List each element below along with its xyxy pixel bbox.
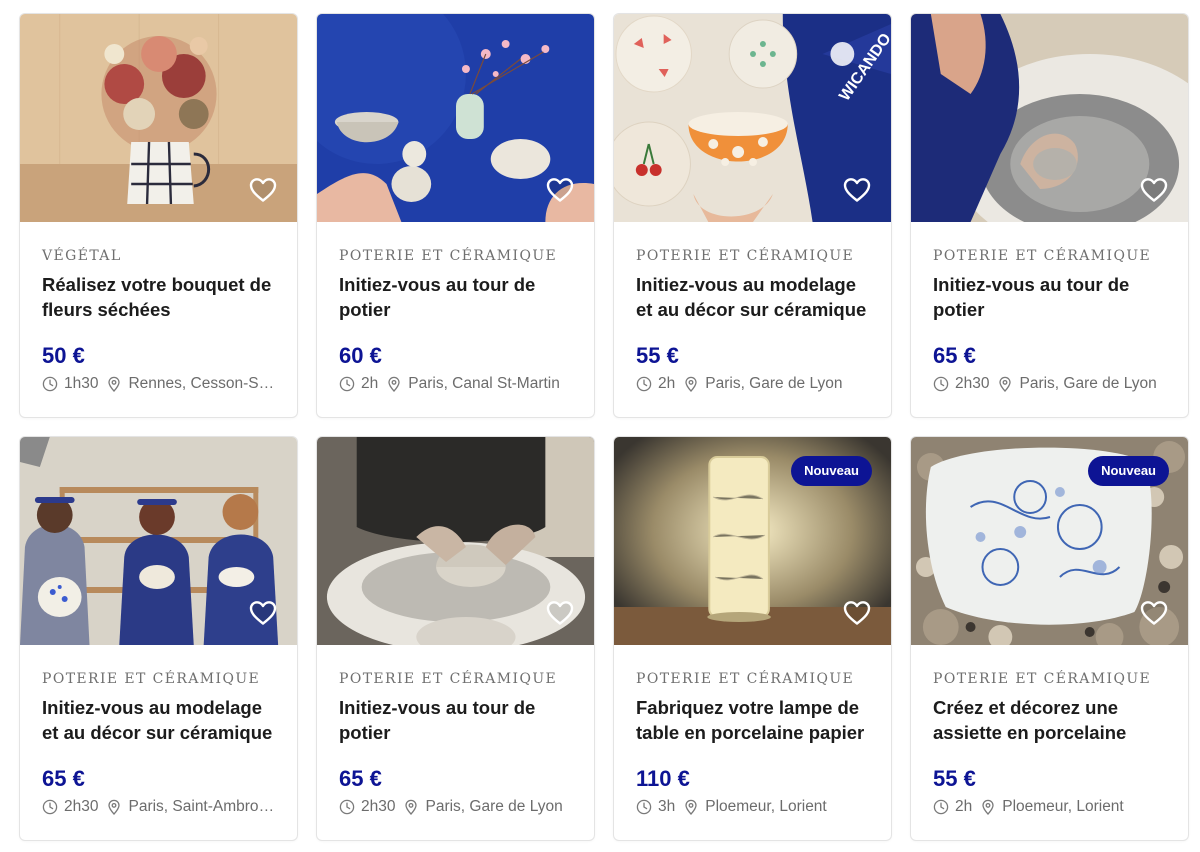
activity-meta: 2h30 Paris, Saint-Ambroi… bbox=[42, 797, 275, 817]
favorite-heart-icon[interactable] bbox=[843, 177, 871, 203]
activity-price: 55 € bbox=[636, 343, 679, 368]
activity-price: 65 € bbox=[933, 343, 976, 368]
activity-meta: 3h Ploemeur, Lorient bbox=[636, 797, 869, 817]
activity-card[interactable]: WICANDO Poterie et céramique Initiez-vou… bbox=[613, 13, 892, 418]
favorite-heart-icon[interactable] bbox=[546, 600, 574, 626]
activity-card[interactable]: Végétal Réalisez votre bouquet de fleurs… bbox=[19, 13, 298, 418]
clock-icon bbox=[636, 376, 652, 392]
activity-card[interactable]: Poterie et céramique Initiez-vous au mod… bbox=[19, 436, 298, 841]
activity-price: 65 € bbox=[339, 766, 382, 791]
activity-meta: 2h30 Paris, Gare de Lyon bbox=[339, 797, 572, 817]
activity-duration: 2h30 bbox=[361, 798, 396, 815]
activity-price: 55 € bbox=[933, 766, 976, 791]
activity-meta: 2h Paris, Canal St-Martin bbox=[339, 374, 572, 394]
map-pin-icon bbox=[683, 376, 699, 392]
activity-location: Ploemeur, Lorient bbox=[705, 798, 827, 815]
activity-card[interactable]: Nouveau Poterie et céramique Créez et dé… bbox=[910, 436, 1189, 841]
clock-icon bbox=[933, 376, 949, 392]
activity-title[interactable]: Initiez-vous au modelage et au décor sur… bbox=[42, 696, 275, 745]
favorite-heart-icon[interactable] bbox=[1140, 177, 1168, 203]
activity-category: Poterie et céramique bbox=[933, 671, 1152, 687]
activity-duration: 2h30 bbox=[955, 375, 990, 392]
activity-image: Nouveau bbox=[911, 437, 1188, 645]
favorite-heart-icon[interactable] bbox=[843, 600, 871, 626]
activity-category: Poterie et céramique bbox=[42, 671, 261, 687]
activity-duration: 2h30 bbox=[64, 798, 99, 815]
activity-title[interactable]: Initiez-vous au modelage et au décor sur… bbox=[636, 273, 869, 322]
clock-icon bbox=[636, 799, 652, 815]
activity-meta: 1h30 Rennes, Cesson-Sé… bbox=[42, 374, 275, 394]
favorite-heart-icon[interactable] bbox=[1140, 600, 1168, 626]
activity-category: Poterie et céramique bbox=[339, 248, 558, 264]
activity-title[interactable]: Initiez-vous au tour de potier bbox=[339, 696, 572, 745]
activity-location: Rennes, Cesson-Sé… bbox=[128, 375, 275, 392]
favorite-heart-icon[interactable] bbox=[249, 600, 277, 626]
clock-icon bbox=[339, 376, 355, 392]
activity-duration: 3h bbox=[658, 798, 676, 815]
activity-card[interactable]: Nouveau Poterie et céramique Fabriquez v… bbox=[613, 436, 892, 841]
activity-image: Nouveau bbox=[614, 437, 891, 645]
activity-title[interactable]: Créez et décorez une assiette en porcela… bbox=[933, 696, 1166, 745]
activity-price: 60 € bbox=[339, 343, 382, 368]
activity-image bbox=[317, 14, 594, 222]
activity-image bbox=[911, 14, 1188, 222]
activity-image bbox=[317, 437, 594, 645]
activity-category: Poterie et céramique bbox=[636, 248, 855, 264]
activity-meta: 2h Ploemeur, Lorient bbox=[933, 797, 1166, 817]
activity-card[interactable]: Poterie et céramique Initiez-vous au tou… bbox=[316, 13, 595, 418]
map-pin-icon bbox=[386, 376, 402, 392]
map-pin-icon bbox=[403, 799, 419, 815]
clock-icon bbox=[42, 376, 58, 392]
map-pin-icon bbox=[980, 799, 996, 815]
activity-location: Paris, Gare de Lyon bbox=[705, 375, 843, 392]
activity-duration: 2h bbox=[361, 375, 379, 392]
activity-location: Paris, Gare de Lyon bbox=[425, 798, 563, 815]
activity-image bbox=[20, 14, 297, 222]
favorite-heart-icon[interactable] bbox=[249, 177, 277, 203]
activity-title[interactable]: Fabriquez votre lampe de table en porcel… bbox=[636, 696, 869, 745]
map-pin-icon bbox=[106, 376, 122, 392]
activity-category: Poterie et céramique bbox=[636, 671, 855, 687]
activity-price: 50 € bbox=[42, 343, 85, 368]
new-badge: Nouveau bbox=[1088, 456, 1169, 486]
activity-title[interactable]: Réalisez votre bouquet de fleurs séchées bbox=[42, 273, 275, 322]
map-pin-icon bbox=[106, 799, 122, 815]
activity-category: Poterie et céramique bbox=[933, 248, 1152, 264]
activity-image: WICANDO bbox=[614, 14, 891, 222]
map-pin-icon bbox=[997, 376, 1013, 392]
activity-price: 110 € bbox=[636, 766, 690, 791]
activity-location: Paris, Canal St-Martin bbox=[408, 375, 560, 392]
activity-duration: 1h30 bbox=[64, 375, 99, 392]
favorite-heart-icon[interactable] bbox=[546, 177, 574, 203]
activity-location: Ploemeur, Lorient bbox=[1002, 798, 1124, 815]
activity-location: Paris, Saint-Ambroi… bbox=[128, 798, 275, 815]
activity-grid: Végétal Réalisez votre bouquet de fleurs… bbox=[19, 13, 1189, 841]
activity-category: Végétal bbox=[42, 248, 122, 264]
activity-price: 65 € bbox=[42, 766, 85, 791]
activity-duration: 2h bbox=[658, 375, 676, 392]
activity-meta: 2h Paris, Gare de Lyon bbox=[636, 374, 869, 394]
clock-icon bbox=[339, 799, 355, 815]
activity-duration: 2h bbox=[955, 798, 973, 815]
new-badge: Nouveau bbox=[791, 456, 872, 486]
activity-image bbox=[20, 437, 297, 645]
activity-meta: 2h30 Paris, Gare de Lyon bbox=[933, 374, 1166, 394]
activity-category: Poterie et céramique bbox=[339, 671, 558, 687]
activity-title[interactable]: Initiez-vous au tour de potier bbox=[933, 273, 1166, 322]
activity-location: Paris, Gare de Lyon bbox=[1019, 375, 1157, 392]
clock-icon bbox=[42, 799, 58, 815]
activity-title[interactable]: Initiez-vous au tour de potier bbox=[339, 273, 572, 322]
map-pin-icon bbox=[683, 799, 699, 815]
clock-icon bbox=[933, 799, 949, 815]
activity-card[interactable]: Poterie et céramique Initiez-vous au tou… bbox=[316, 436, 595, 841]
activity-card[interactable]: Poterie et céramique Initiez-vous au tou… bbox=[910, 13, 1189, 418]
